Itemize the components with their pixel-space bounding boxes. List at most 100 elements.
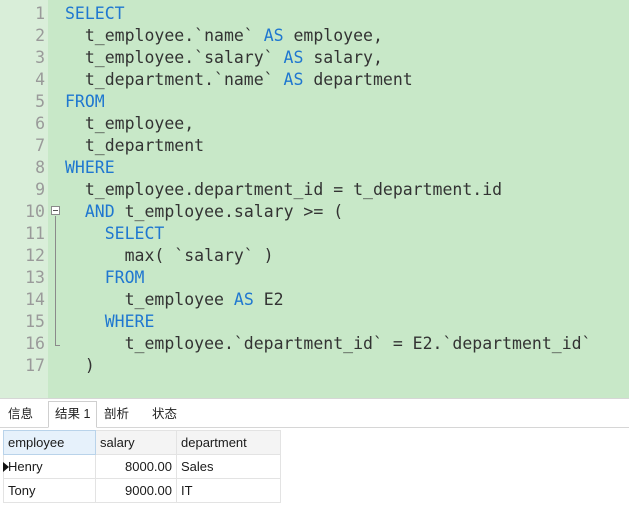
result-tab-bar: 信息 结果 1 剖析 状态 [0,398,629,428]
line-number: 9 [35,180,45,199]
table-row[interactable]: Tony 9000.00 IT [0,478,281,503]
code-text[interactable]: t_employee.`name` AS employee, [65,25,383,47]
code-line[interactable]: 17 ) [0,355,629,377]
sql-text: employee, [283,26,383,45]
code-line[interactable]: 4 t_department.`name` AS department [0,69,629,91]
sql-text: ) [65,356,95,375]
code-text[interactable]: SELECT [65,3,125,25]
line-number: 10 [25,202,45,221]
sql-text: t_employee.`salary` [65,48,284,67]
row-selector-header [0,430,4,455]
row-selector[interactable] [0,454,9,479]
line-number: 1 [35,4,45,23]
tab-info[interactable]: 信息 [2,403,39,426]
code-line[interactable]: 7 t_department [0,135,629,157]
sql-keyword: AS [263,26,284,45]
line-number: 8 [35,158,45,177]
code-text[interactable]: t_employee.department_id = t_department.… [65,179,502,201]
sql-text: max( `salary` ) [65,246,274,265]
grid-header-row: employee salary department [0,430,281,455]
line-number: 13 [25,268,45,287]
row-selector[interactable] [0,478,4,503]
code-text[interactable]: WHERE [65,311,155,333]
sql-text: t_department [65,136,205,155]
line-number: 12 [25,246,45,265]
sql-editor[interactable]: 1 SELECT 2 t_employee.`name` AS employee, 3… [0,0,629,398]
sql-text: department [303,70,413,89]
sql-keyword: FROM [65,92,105,111]
line-number: 15 [25,312,45,331]
sql-keyword: FROM [104,268,145,287]
sql-text: E2 [253,290,284,309]
collapse-fold-icon[interactable] [51,206,60,215]
sql-keyword: AS [233,290,254,309]
code-text[interactable]: t_employee.`department_id` = E2.`departm… [65,333,592,355]
line-number: 16 [25,334,45,353]
line-number: 11 [25,224,45,243]
sql-keyword: WHERE [104,312,155,331]
code-line[interactable]: 6 t_employee, [0,113,629,135]
current-row-arrow-icon [3,461,9,472]
sql-text: t_employee.salary >= ( [114,202,344,221]
code-line[interactable]: 15 WHERE [0,311,629,333]
code-line[interactable]: 16 t_employee.`department_id` = E2.`depa… [0,333,629,355]
column-header-employee[interactable]: employee [3,430,96,455]
code-text[interactable]: max( `salary` ) [65,245,274,267]
cell-salary[interactable]: 8000.00 [95,454,177,479]
tab-status[interactable]: 状态 [146,403,183,426]
column-header-department[interactable]: department [176,430,281,455]
sql-text: t_employee.department_id = t_department.… [65,180,503,199]
sql-keyword: SELECT [104,224,165,243]
line-number: 6 [35,114,45,133]
code-text[interactable]: t_employee.`salary` AS salary, [65,47,383,69]
sql-keyword: WHERE [65,158,115,177]
cell-department[interactable]: IT [176,478,281,503]
code-line[interactable]: 14 t_employee AS E2 [0,289,629,311]
code-text[interactable]: t_employee, [65,113,194,135]
line-number: 5 [35,92,45,111]
sql-text: t_employee.`name` [65,26,264,45]
code-text[interactable]: FROM [65,267,145,289]
line-number: 3 [35,48,45,67]
code-text[interactable]: t_department [65,135,204,157]
tab-profile[interactable]: 剖析 [98,403,135,426]
code-text[interactable]: ) [65,355,95,377]
sql-text: t_department.`name` [65,70,284,89]
code-text[interactable]: AND t_employee.salary >= ( [65,201,343,223]
code-line[interactable]: 8 WHERE [0,157,629,179]
cell-department[interactable]: Sales [176,454,281,479]
sql-keyword: AS [283,48,304,67]
code-line[interactable]: 5 FROM [0,91,629,113]
sql-text: t_employee [65,290,234,309]
code-text[interactable]: FROM [65,91,105,113]
table-row[interactable]: Henry 8000.00 Sales [0,454,281,479]
code-line[interactable]: 9 t_employee.department_id = t_departmen… [0,179,629,201]
line-number: 4 [35,70,45,89]
code-line[interactable]: 12 max( `salary` ) [0,245,629,267]
cell-salary[interactable]: 9000.00 [95,478,177,503]
code-line[interactable]: 11 SELECT [0,223,629,245]
code-line[interactable]: 3 t_employee.`salary` AS salary, [0,47,629,69]
cell-employee[interactable]: Tony [3,478,96,503]
column-header-salary[interactable]: salary [95,430,177,455]
sql-keyword: AND [84,202,115,221]
code-line[interactable]: 10 AND t_employee.salary >= ( [0,201,629,223]
code-line[interactable]: 1 SELECT [0,3,629,25]
code-text[interactable]: t_department.`name` AS department [65,69,413,91]
result-grid: employee salary department Henry 8000.00… [0,430,281,503]
fold-guide-end [55,345,60,346]
tab-result-1[interactable]: 结果 1 [48,401,98,428]
code-text[interactable]: t_employee AS E2 [65,289,284,311]
cell-employee[interactable]: Henry [3,454,96,479]
code-text[interactable]: SELECT [65,223,165,245]
fold-guide-line [55,216,56,346]
code-line[interactable]: 13 FROM [0,267,629,289]
code-text[interactable]: WHERE [65,157,115,179]
code-line[interactable]: 2 t_employee.`name` AS employee, [0,25,629,47]
code-area[interactable]: 1 SELECT 2 t_employee.`name` AS employee, 3… [0,3,629,377]
line-number: 7 [35,136,45,155]
